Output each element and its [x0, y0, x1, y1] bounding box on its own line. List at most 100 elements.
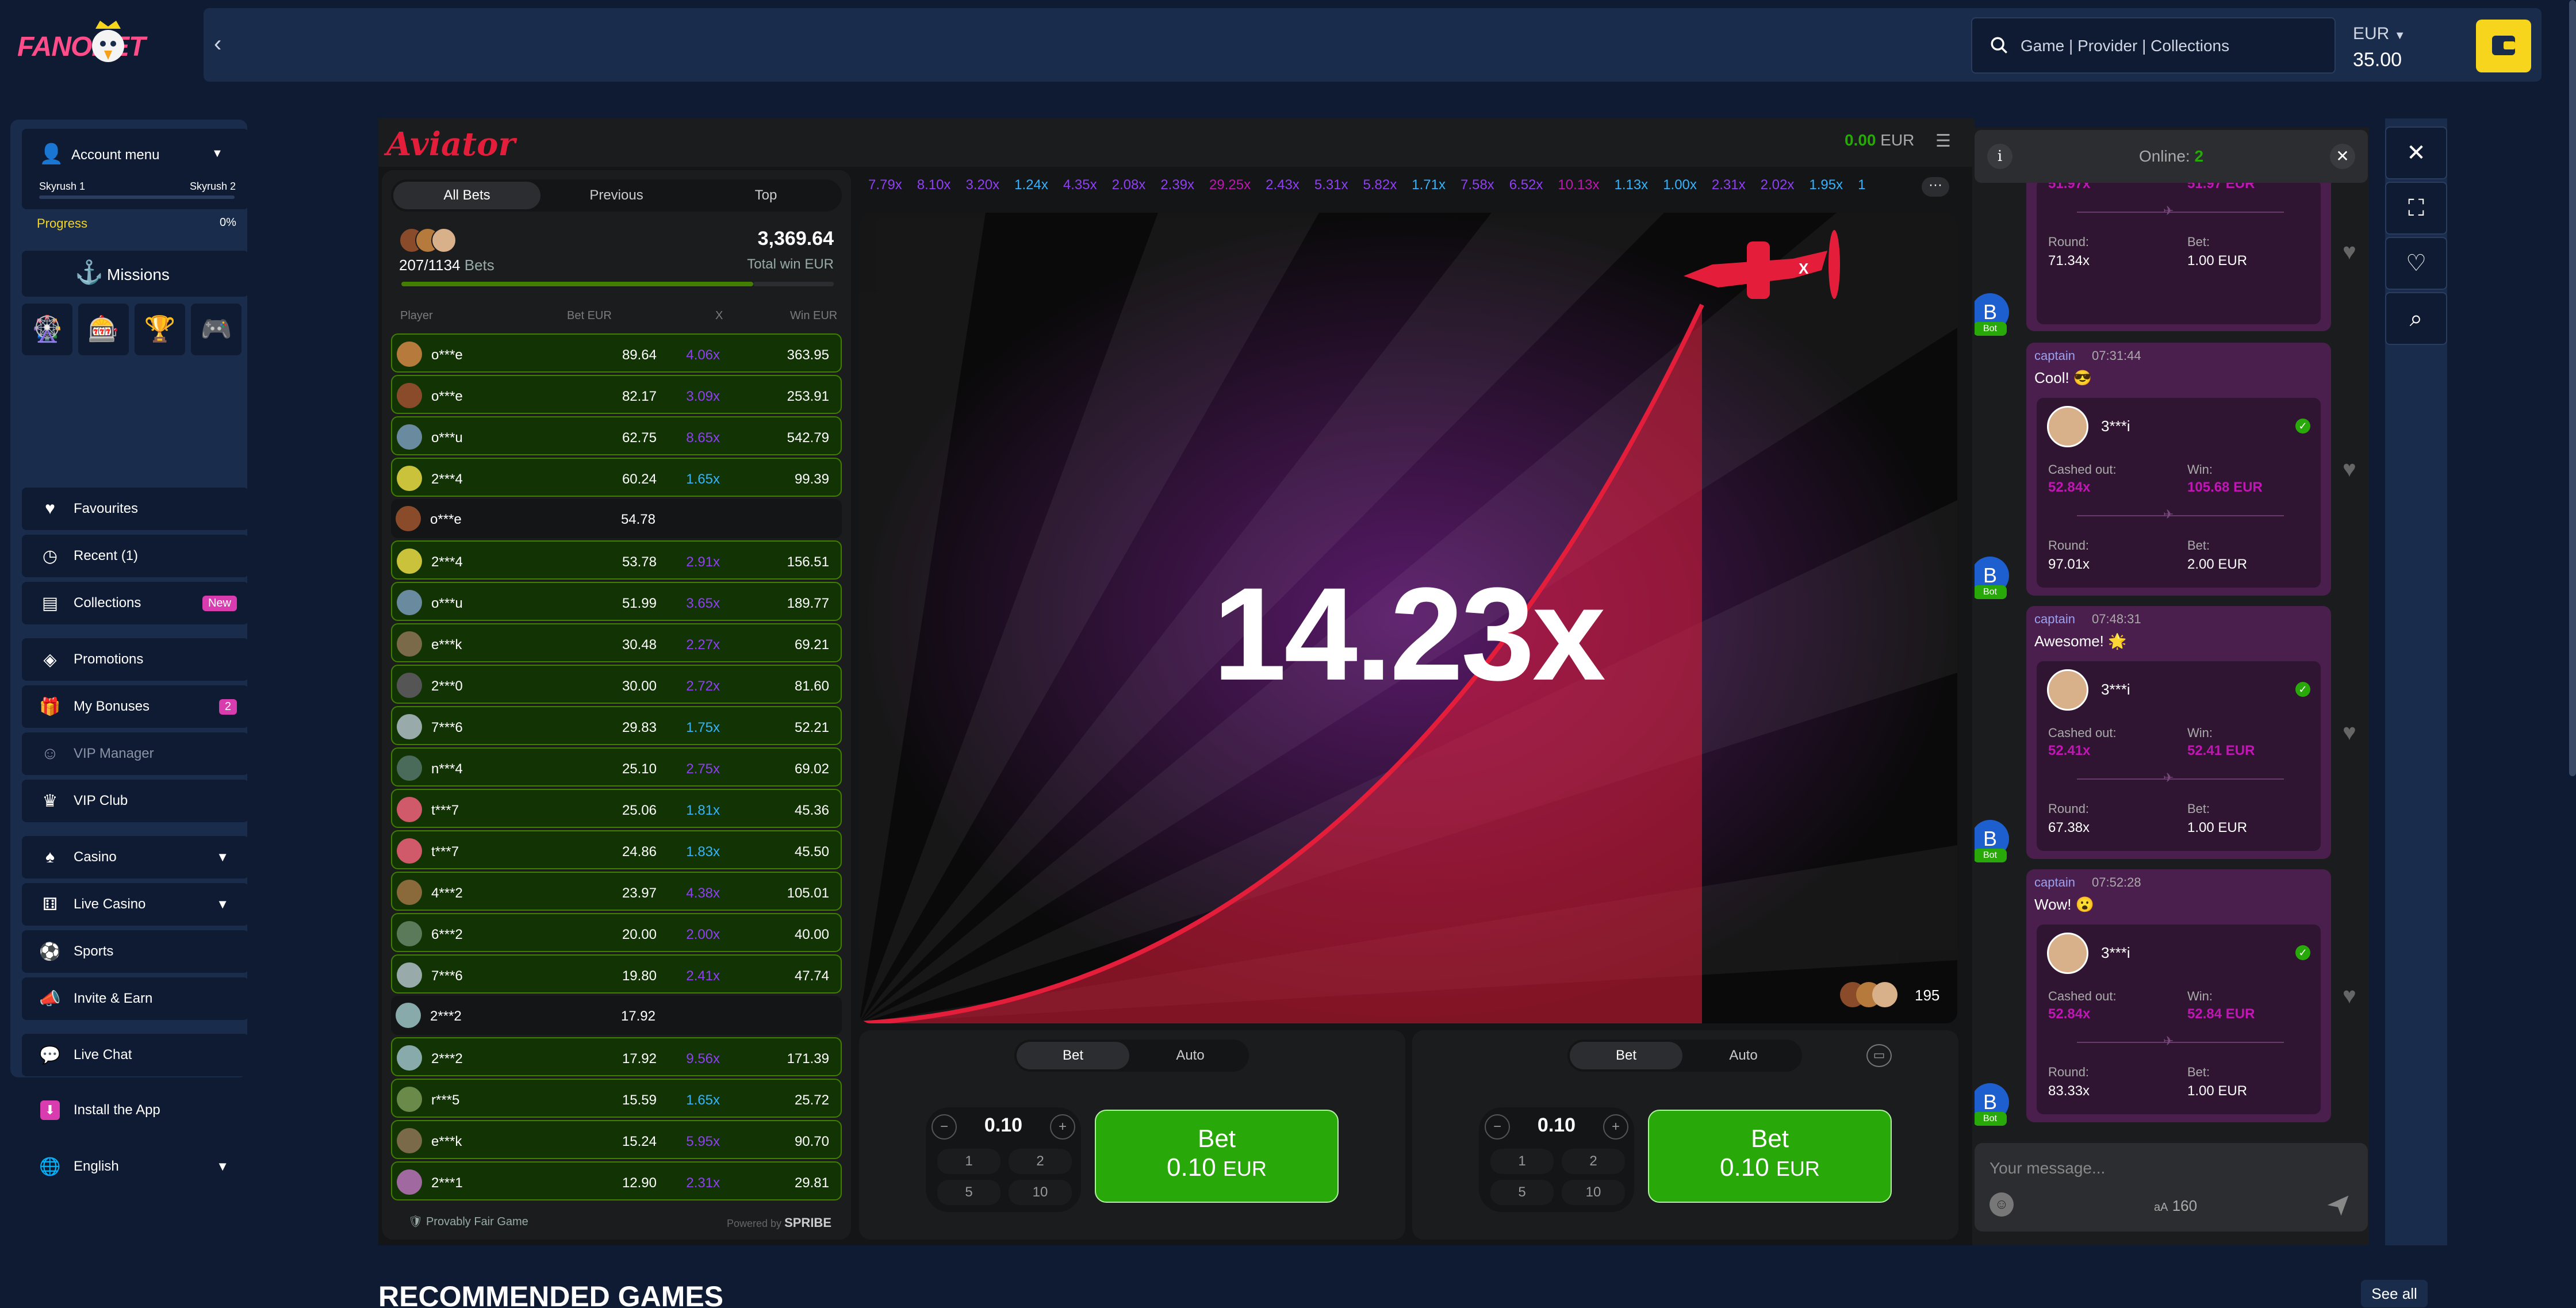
bet-amount-input[interactable]: 0.10: [966, 1114, 1041, 1137]
sidebar-item-collections[interactable]: ▤ Collections New: [22, 582, 248, 624]
quick-5[interactable]: 5: [937, 1180, 1000, 1205]
sidebar-item-casino[interactable]: ♠ Casino ▼: [22, 836, 248, 879]
winner-avatar: [2047, 406, 2088, 447]
bet-button[interactable]: Bet 0.10 EUR: [1095, 1110, 1339, 1203]
like-heart-icon[interactable]: ♥: [2343, 983, 2356, 1009]
sidebar-item-install-the-app[interactable]: ⬇ Install the App: [22, 1089, 248, 1131]
bet-row: r***5 15.59 1.65x 25.72: [391, 1079, 842, 1118]
sidebar-item-recent-1[interactable]: ◷ Recent (1): [22, 535, 248, 577]
tab-top[interactable]: Top: [692, 182, 839, 209]
menu-icon[interactable]: ☰: [1935, 131, 1951, 151]
bet-button-label: Bet: [1197, 1125, 1236, 1153]
balance-amount: 35.00: [2353, 49, 2402, 71]
bet-row: e***k 30.48 2.27x 69.21: [391, 623, 842, 662]
bet-amount: 89.64: [622, 347, 657, 363]
chat-input-box[interactable]: Your message... ☺ aA 160: [1975, 1143, 2368, 1232]
sidebar-item-label: My Bonuses: [74, 699, 150, 714]
account-menu-label: Account menu: [71, 147, 160, 163]
page-scrollbar[interactable]: [2569, 0, 2576, 776]
sidebar-item-my-bonuses[interactable]: 🎁 My Bonuses 2: [22, 685, 248, 728]
bet-label: Bet:: [2187, 235, 2210, 249]
game-search-icon[interactable]: ⌕: [2385, 292, 2447, 345]
total-win-label: Total win EUR: [747, 256, 834, 272]
like-heart-icon[interactable]: ♥: [2343, 720, 2356, 746]
quick-5[interactable]: 5: [1490, 1180, 1554, 1205]
increase-button[interactable]: +: [1050, 1114, 1075, 1140]
sidebar-item-favourites[interactable]: ♥ Favourites: [22, 488, 248, 530]
back-chevron-icon[interactable]: ‹: [214, 32, 235, 55]
chat-input[interactable]: Your message...: [1989, 1159, 2105, 1177]
send-icon[interactable]: [2325, 1192, 2351, 1218]
like-heart-icon[interactable]: ♥: [2343, 239, 2356, 265]
currency-selector[interactable]: EUR: [2353, 24, 2389, 43]
level-to: Skyrush 2: [190, 181, 236, 192]
aviator-logo: Aviator: [386, 125, 515, 163]
see-all-button[interactable]: See all: [2361, 1280, 2428, 1307]
verified-check-icon: ✓: [2295, 945, 2310, 960]
bet-value: 2.00 EUR: [2187, 557, 2248, 572]
emoji-icon[interactable]: ☺: [1989, 1192, 2014, 1217]
wallet-button[interactable]: [2476, 20, 2531, 72]
tab-bet[interactable]: Bet: [1570, 1042, 1682, 1069]
tab-bet[interactable]: Bet: [1017, 1042, 1129, 1069]
chevron-down-icon[interactable]: ▼: [216, 1159, 229, 1174]
close-chat-icon[interactable]: ✕: [2330, 144, 2355, 169]
sidebar-item-english[interactable]: 🌐 English ▼: [22, 1145, 248, 1188]
bet-row: n***4 25.10 2.75x 69.02: [391, 747, 842, 787]
tab-auto[interactable]: Auto: [1687, 1042, 1800, 1069]
decrease-button[interactable]: −: [1485, 1114, 1510, 1140]
sidebar-item-vip-manager[interactable]: ☺ VIP Manager: [22, 732, 248, 775]
win-amount: 156.51: [787, 554, 829, 570]
more-history-icon[interactable]: ···: [1922, 177, 1949, 197]
quick-1[interactable]: 1: [1490, 1149, 1554, 1174]
bet-amount-input[interactable]: 0.10: [1519, 1114, 1594, 1137]
cashed-label: Cashed out:: [2048, 989, 2117, 1003]
win-value: 52.84 EUR: [2187, 1006, 2255, 1022]
sidebar-item-vip-club[interactable]: ♛ VIP Club: [22, 780, 248, 822]
like-heart-icon[interactable]: ♥: [2343, 457, 2356, 482]
fullscreen-icon[interactable]: ⛶: [2385, 182, 2447, 235]
quick-2[interactable]: 2: [1009, 1149, 1072, 1174]
site-logo[interactable]: FANOBET: [17, 21, 178, 68]
cashout-multiplier: 1.83x: [686, 844, 720, 860]
tab-auto[interactable]: Auto: [1134, 1042, 1247, 1069]
account-menu[interactable]: 👤 Account menu ▼ Skyrush 1 Skyrush 2: [22, 129, 248, 209]
player-avatar: [396, 1003, 421, 1028]
chat-message: captain 07:48:31 Awesome! 🌟 3***i ✓ Cashed ou…: [2026, 606, 2331, 859]
remove-panel-icon[interactable]: ▭: [1866, 1044, 1892, 1067]
favourite-heart-icon[interactable]: ♡: [2385, 237, 2447, 290]
quick-2[interactable]: 2: [1562, 1149, 1625, 1174]
win-value: 105.68 EUR: [2187, 480, 2263, 495]
decrease-button[interactable]: −: [931, 1114, 957, 1140]
sidebar-item-invite-earn[interactable]: 📣 Invite & Earn: [22, 977, 248, 1020]
provably-fair[interactable]: 🛡 Provably Fair Game: [408, 1214, 528, 1229]
quick-1[interactable]: 1: [937, 1149, 1000, 1174]
sidebar-item-live-casino[interactable]: ⚅ Live Casino ▼: [22, 883, 248, 926]
chevron-down-icon[interactable]: ▼: [216, 897, 229, 912]
sidebar-item-live-chat[interactable]: 💬 Live Chat: [22, 1034, 248, 1076]
wheel-icon[interactable]: 🎡: [22, 304, 72, 355]
chevron-down-icon[interactable]: ▼: [216, 850, 229, 865]
tab-previous[interactable]: Previous: [543, 182, 690, 209]
trophy-icon[interactable]: 🏆: [135, 304, 185, 355]
tab-all-bets[interactable]: All Bets: [393, 182, 540, 209]
quick-10[interactable]: 10: [1009, 1180, 1072, 1205]
win-card: 3***i ✓ Cashed out: 52.84x Win: 105.68 EUR ✈ Ro…: [2037, 398, 2321, 588]
gamepad-icon[interactable]: 🎮: [191, 304, 241, 355]
sidebar-item-sports[interactable]: ⚽ Sports: [22, 930, 248, 973]
increase-button[interactable]: +: [1603, 1114, 1628, 1140]
close-game-icon[interactable]: ✕: [2385, 126, 2447, 179]
bet-button[interactable]: Bet 0.10 EUR: [1648, 1110, 1892, 1203]
round-value: 67.38x: [2048, 820, 2090, 835]
cashed-value: 51.97x: [2048, 183, 2091, 191]
bet-button-amount: 0.10: [1720, 1153, 1769, 1182]
divider: [2077, 778, 2284, 780]
search-box[interactable]: Game | Provider | Collections: [1971, 17, 2336, 74]
missions-button[interactable]: ⚓ Missions: [22, 251, 248, 297]
quick-10[interactable]: 10: [1562, 1180, 1625, 1205]
slot-machine-icon[interactable]: 🎰: [78, 304, 129, 355]
balance-display[interactable]: EUR ▼ 35.00: [2353, 22, 2405, 72]
sidebar-item-promotions[interactable]: ◈ Promotions: [22, 638, 248, 681]
provably-label: Provably Fair Game: [425, 1215, 528, 1228]
chat-username: captain: [2034, 875, 2075, 889]
